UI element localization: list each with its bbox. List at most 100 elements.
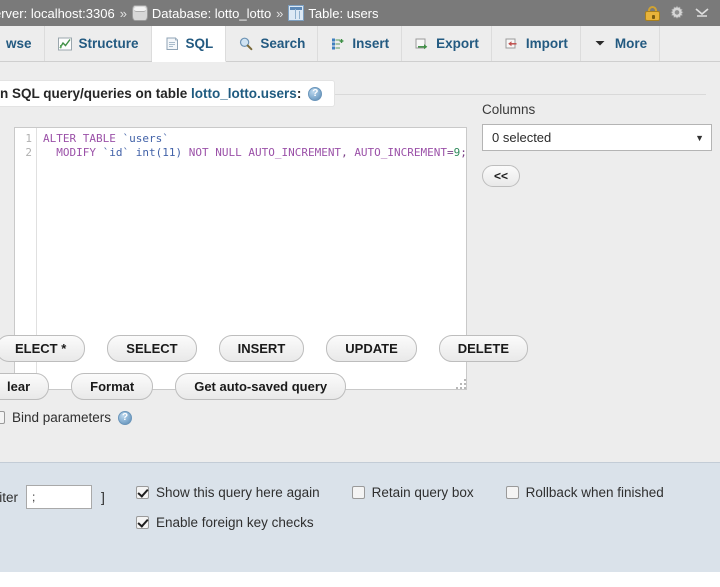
editor-resize-handle[interactable] <box>455 378 467 390</box>
insert-icon <box>330 36 346 52</box>
insert-button[interactable]: INSERT <box>219 335 305 362</box>
sql-semicolon: ; <box>460 146 466 159</box>
main-tab-bar: wse Structure SQL <box>0 26 720 62</box>
tab-sql-label: SQL <box>186 36 214 51</box>
collapse-chevron-icon[interactable] <box>694 6 710 20</box>
table-icon <box>288 5 304 21</box>
sql-ident: `id` <box>103 146 130 159</box>
delete-button[interactable]: DELETE <box>439 335 528 362</box>
select-star-button[interactable]: ELECT * <box>0 335 85 362</box>
sql-query-content: n SQL query/queries on table lotto_lotto… <box>0 62 720 462</box>
tab-export[interactable]: Export <box>402 26 492 61</box>
columns-select-value: 0 selected <box>492 130 551 145</box>
help-icon[interactable]: ? <box>308 87 322 101</box>
sql-type: int(11) <box>136 146 182 159</box>
breadcrumb-separator-2: » <box>276 6 283 21</box>
sql-document-icon <box>164 36 180 52</box>
tab-insert[interactable]: Insert <box>318 26 402 61</box>
format-button[interactable]: Format <box>71 373 153 400</box>
query-title-target: lotto_lotto.users <box>191 86 297 101</box>
gear-icon[interactable] <box>669 5 685 21</box>
query-title-suffix: : <box>297 86 302 101</box>
columns-panel: Columns 0 selected ▼ << <box>482 102 712 187</box>
enable-foreign-key-checks-option[interactable]: Enable foreign key checks <box>136 515 314 530</box>
page-title: n SQL query/queries on table lotto_lotto… <box>0 86 301 101</box>
database-icon <box>132 5 148 21</box>
title-divider <box>310 94 706 95</box>
phpmyadmin-sql-page: erver: localhost:3306 » Database: lotto_… <box>0 0 720 587</box>
breadcrumb-table[interactable]: Table: users <box>308 6 378 21</box>
chevron-down-icon <box>593 36 609 52</box>
lock-icon[interactable] <box>645 6 660 21</box>
enable-foreign-key-checks-checkbox[interactable] <box>136 516 149 529</box>
columns-select[interactable]: 0 selected ▼ <box>482 124 712 151</box>
select-button[interactable]: SELECT <box>107 335 196 362</box>
tab-more[interactable]: More <box>581 26 660 61</box>
query-options-panel: miter ] Show this query here again Retai… <box>0 462 720 572</box>
breadcrumb-server[interactable]: erver: localhost:3306 <box>0 6 115 21</box>
sql-kw: NOT NULL <box>189 146 242 159</box>
retain-query-box-checkbox[interactable] <box>352 486 365 499</box>
query-options-row-2: Enable foreign key checks <box>136 515 346 530</box>
search-magnifier-icon <box>238 36 254 52</box>
tab-sql[interactable]: SQL <box>152 26 227 62</box>
tab-search-label: Search <box>260 36 305 51</box>
show-query-again-checkbox[interactable] <box>136 486 149 499</box>
breadcrumb-separator-1: » <box>120 6 127 21</box>
breadcrumb-bar: erver: localhost:3306 » Database: lotto_… <box>0 0 720 26</box>
rollback-when-finished-checkbox[interactable] <box>506 486 519 499</box>
retain-query-box-label: Retain query box <box>372 485 474 500</box>
bind-parameters-label: Bind parameters <box>12 410 111 425</box>
bind-parameters-row: Bind parameters ? <box>0 410 132 425</box>
tab-browse-label: wse <box>6 36 32 51</box>
query-options-row-1: Show this query here again Retain query … <box>136 485 696 500</box>
sql-ident: `users` <box>123 132 169 145</box>
sql-kw: TABLE <box>83 132 116 145</box>
tab-more-label: More <box>615 36 647 51</box>
columns-label: Columns <box>482 102 712 117</box>
delimiter-input[interactable] <box>26 485 92 509</box>
sql-kw: AUTO_INCREMENT <box>248 146 341 159</box>
sql-kw: MODIFY <box>56 146 96 159</box>
tab-structure[interactable]: Structure <box>45 26 152 61</box>
tab-insert-label: Insert <box>352 36 389 51</box>
show-query-again-label: Show this query here again <box>156 485 320 500</box>
tab-import-label: Import <box>526 36 568 51</box>
breadcrumb-database[interactable]: Database: lotto_lotto <box>152 6 271 21</box>
import-icon <box>504 36 520 52</box>
query-title-prefix: n SQL query/queries on table <box>0 86 191 101</box>
tab-search[interactable]: Search <box>226 26 318 61</box>
export-icon <box>414 36 430 52</box>
enable-foreign-key-checks-label: Enable foreign key checks <box>156 515 314 530</box>
query-action-buttons: lear Format Get auto-saved query <box>0 373 346 400</box>
page-bottom-filler <box>0 572 720 587</box>
tab-export-label: Export <box>436 36 479 51</box>
retain-query-box-option[interactable]: Retain query box <box>352 485 474 500</box>
clear-button[interactable]: lear <box>0 373 49 400</box>
sql-kw: AUTO_INCREMENT <box>354 146 447 159</box>
tab-structure-label: Structure <box>79 36 139 51</box>
chevron-down-icon: ▼ <box>695 133 704 143</box>
sql-kw: ALTER <box>43 132 76 145</box>
delimiter-bracket: ] <box>101 489 105 505</box>
show-query-again-option[interactable]: Show this query here again <box>136 485 320 500</box>
structure-icon <box>57 36 73 52</box>
breadcrumb-actions <box>645 5 714 21</box>
query-title-box: n SQL query/queries on table lotto_lotto… <box>0 80 335 107</box>
update-button[interactable]: UPDATE <box>326 335 416 362</box>
tab-browse[interactable]: wse <box>0 26 45 61</box>
get-auto-saved-query-button[interactable]: Get auto-saved query <box>175 373 346 400</box>
bind-parameters-checkbox[interactable] <box>0 411 5 424</box>
line-number: 1 <box>15 132 32 146</box>
query-template-buttons: ELECT * SELECT INSERT UPDATE DELETE <box>0 335 528 362</box>
sql-comma: , <box>341 146 348 159</box>
insert-columns-back-button[interactable]: << <box>482 165 520 187</box>
tab-bar-filler <box>660 26 720 61</box>
rollback-when-finished-option[interactable]: Rollback when finished <box>506 485 664 500</box>
tab-import[interactable]: Import <box>492 26 581 61</box>
delimiter-label: miter <box>0 490 18 505</box>
help-icon[interactable]: ? <box>118 411 132 425</box>
sql-equals: = <box>447 146 454 159</box>
breadcrumb: erver: localhost:3306 » Database: lotto_… <box>0 5 379 21</box>
delimiter-row: miter ] <box>0 485 105 509</box>
